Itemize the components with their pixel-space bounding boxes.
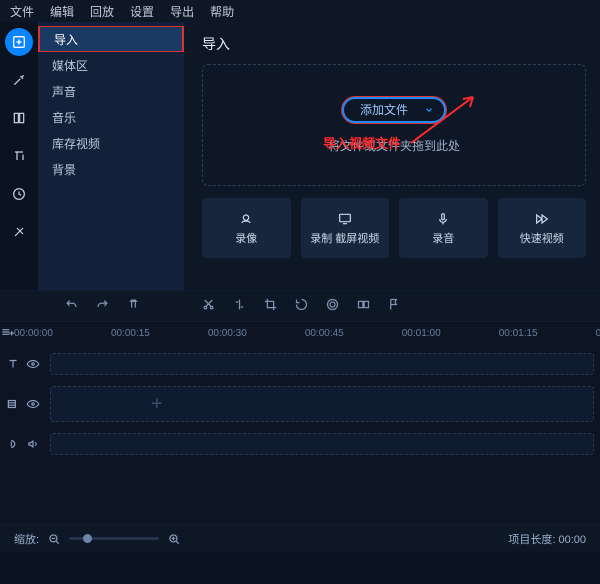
camera-icon (238, 211, 254, 227)
wrench-icon[interactable] (5, 218, 33, 246)
undo-button[interactable] (64, 297, 79, 315)
sidebar-item-import[interactable]: 导入 (38, 26, 184, 52)
import-tab-icon[interactable] (5, 28, 33, 56)
timeline-toolbar (0, 290, 600, 322)
add-file-button[interactable]: 添加文件 (342, 97, 446, 123)
ruler-tick: 00:01:30 (596, 328, 600, 339)
transition-button[interactable] (356, 297, 371, 315)
ruler-tick: 00:00:15 (111, 328, 150, 339)
split-button[interactable] (232, 297, 247, 315)
fast-icon (534, 211, 550, 227)
text-lane[interactable] (50, 353, 594, 375)
add-track-button[interactable] (0, 325, 14, 342)
fast-video-button[interactable]: 快速视频 (498, 198, 587, 258)
content-panel: 导入 添加文件 将文件或文件夹拖到此处 导入视频文件 录像 (184, 22, 600, 290)
chevron-down-icon (424, 105, 434, 115)
layout-icon[interactable] (5, 104, 33, 132)
sidebar-item-sound[interactable]: 声音 (38, 78, 184, 104)
visibility-icon[interactable] (26, 397, 40, 411)
left-icon-strip (0, 22, 38, 290)
sidebar-item-label: 背景 (52, 161, 76, 178)
ruler-tick: 00:01:15 (499, 328, 538, 339)
menu-bar: 文件 编辑 回放 设置 导出 帮助 (0, 0, 600, 22)
add-clip-icon[interactable]: + (51, 393, 593, 416)
zoom-in-button[interactable] (167, 532, 181, 546)
ruler-tick: 00:00:30 (208, 328, 247, 339)
record-camera-button[interactable]: 录像 (202, 198, 291, 258)
sidebar-item-media[interactable]: 媒体区 (38, 52, 184, 78)
sidebar-item-background[interactable]: 背景 (38, 156, 184, 182)
audio-track-icon (6, 437, 20, 451)
dropzone-caption: 将文件或文件夹拖到此处 (328, 137, 460, 154)
menu-settings[interactable]: 设置 (122, 1, 162, 22)
menu-playback[interactable]: 回放 (82, 1, 122, 22)
color-button[interactable] (325, 297, 340, 315)
project-length: 项目长度: 00:00 (508, 531, 586, 547)
sidebar-item-music[interactable]: 音乐 (38, 104, 184, 130)
track-audio (0, 424, 600, 464)
screen-icon (337, 211, 353, 227)
menu-file[interactable]: 文件 (2, 1, 42, 22)
status-bar: 缩放: 项目长度: 00:00 (0, 524, 600, 552)
track-text (0, 344, 600, 384)
sidebar-item-label: 音乐 (52, 109, 76, 126)
timeline-ruler[interactable]: 00:00:00 00:00:15 00:00:30 00:00:45 00:0… (14, 322, 600, 344)
ruler-tick: 00:01:00 (402, 328, 441, 339)
capture-buttons: 录像 录制 截屏视频 录音 快速视频 (202, 198, 586, 258)
timeline: 00:00:00 00:00:15 00:00:30 00:00:45 00:0… (0, 322, 600, 552)
sidebar: 导入 媒体区 声音 音乐 库存视频 背景 (38, 22, 184, 290)
import-dropzone[interactable]: 添加文件 将文件或文件夹拖到此处 导入视频文件 (202, 64, 586, 186)
menu-help[interactable]: 帮助 (202, 1, 242, 22)
delete-button[interactable] (126, 297, 141, 315)
marker-button[interactable] (387, 297, 402, 315)
sidebar-item-label: 库存视频 (52, 135, 100, 152)
video-lane[interactable]: + (50, 386, 594, 422)
zoom-label: 缩放: (14, 531, 39, 547)
cut-button[interactable] (201, 297, 216, 315)
text-track-icon (6, 357, 20, 371)
main-row: 导入 媒体区 声音 音乐 库存视频 背景 导入 添加文件 将文件或文件夹拖到此处… (0, 22, 600, 290)
rotate-button[interactable] (294, 297, 309, 315)
video-track-icon (6, 397, 20, 411)
crop-button[interactable] (263, 297, 278, 315)
record-screen-button[interactable]: 录制 截屏视频 (301, 198, 390, 258)
add-file-label: 添加文件 (360, 101, 408, 118)
clock-icon[interactable] (5, 180, 33, 208)
record-audio-label: 录音 (432, 233, 454, 246)
sidebar-item-stock[interactable]: 库存视频 (38, 130, 184, 156)
length-label: 项目长度: (508, 534, 555, 546)
menu-export[interactable]: 导出 (162, 1, 202, 22)
audio-lane[interactable] (50, 433, 594, 455)
text-icon[interactable] (5, 142, 33, 170)
mute-icon[interactable] (26, 437, 40, 451)
mic-icon (435, 211, 451, 227)
menu-edit[interactable]: 编辑 (42, 1, 82, 22)
redo-button[interactable] (95, 297, 110, 315)
length-value: 00:00 (558, 534, 586, 546)
sidebar-item-label: 声音 (52, 83, 76, 100)
record-screen-label: 录制 截屏视频 (310, 233, 379, 246)
track-video: + (0, 384, 600, 424)
record-camera-label: 录像 (235, 233, 257, 246)
zoom-slider[interactable] (69, 537, 159, 540)
record-audio-button[interactable]: 录音 (399, 198, 488, 258)
sidebar-item-label: 导入 (54, 31, 78, 48)
fast-video-label: 快速视频 (520, 233, 564, 246)
ruler-tick: 00:00:00 (14, 328, 53, 339)
ruler-tick: 00:00:45 (305, 328, 344, 339)
zoom-control: 缩放: (14, 531, 181, 547)
visibility-icon[interactable] (26, 357, 40, 371)
wand-icon[interactable] (5, 66, 33, 94)
sidebar-item-label: 媒体区 (52, 57, 88, 74)
panel-title: 导入 (202, 34, 586, 54)
zoom-out-button[interactable] (47, 532, 61, 546)
